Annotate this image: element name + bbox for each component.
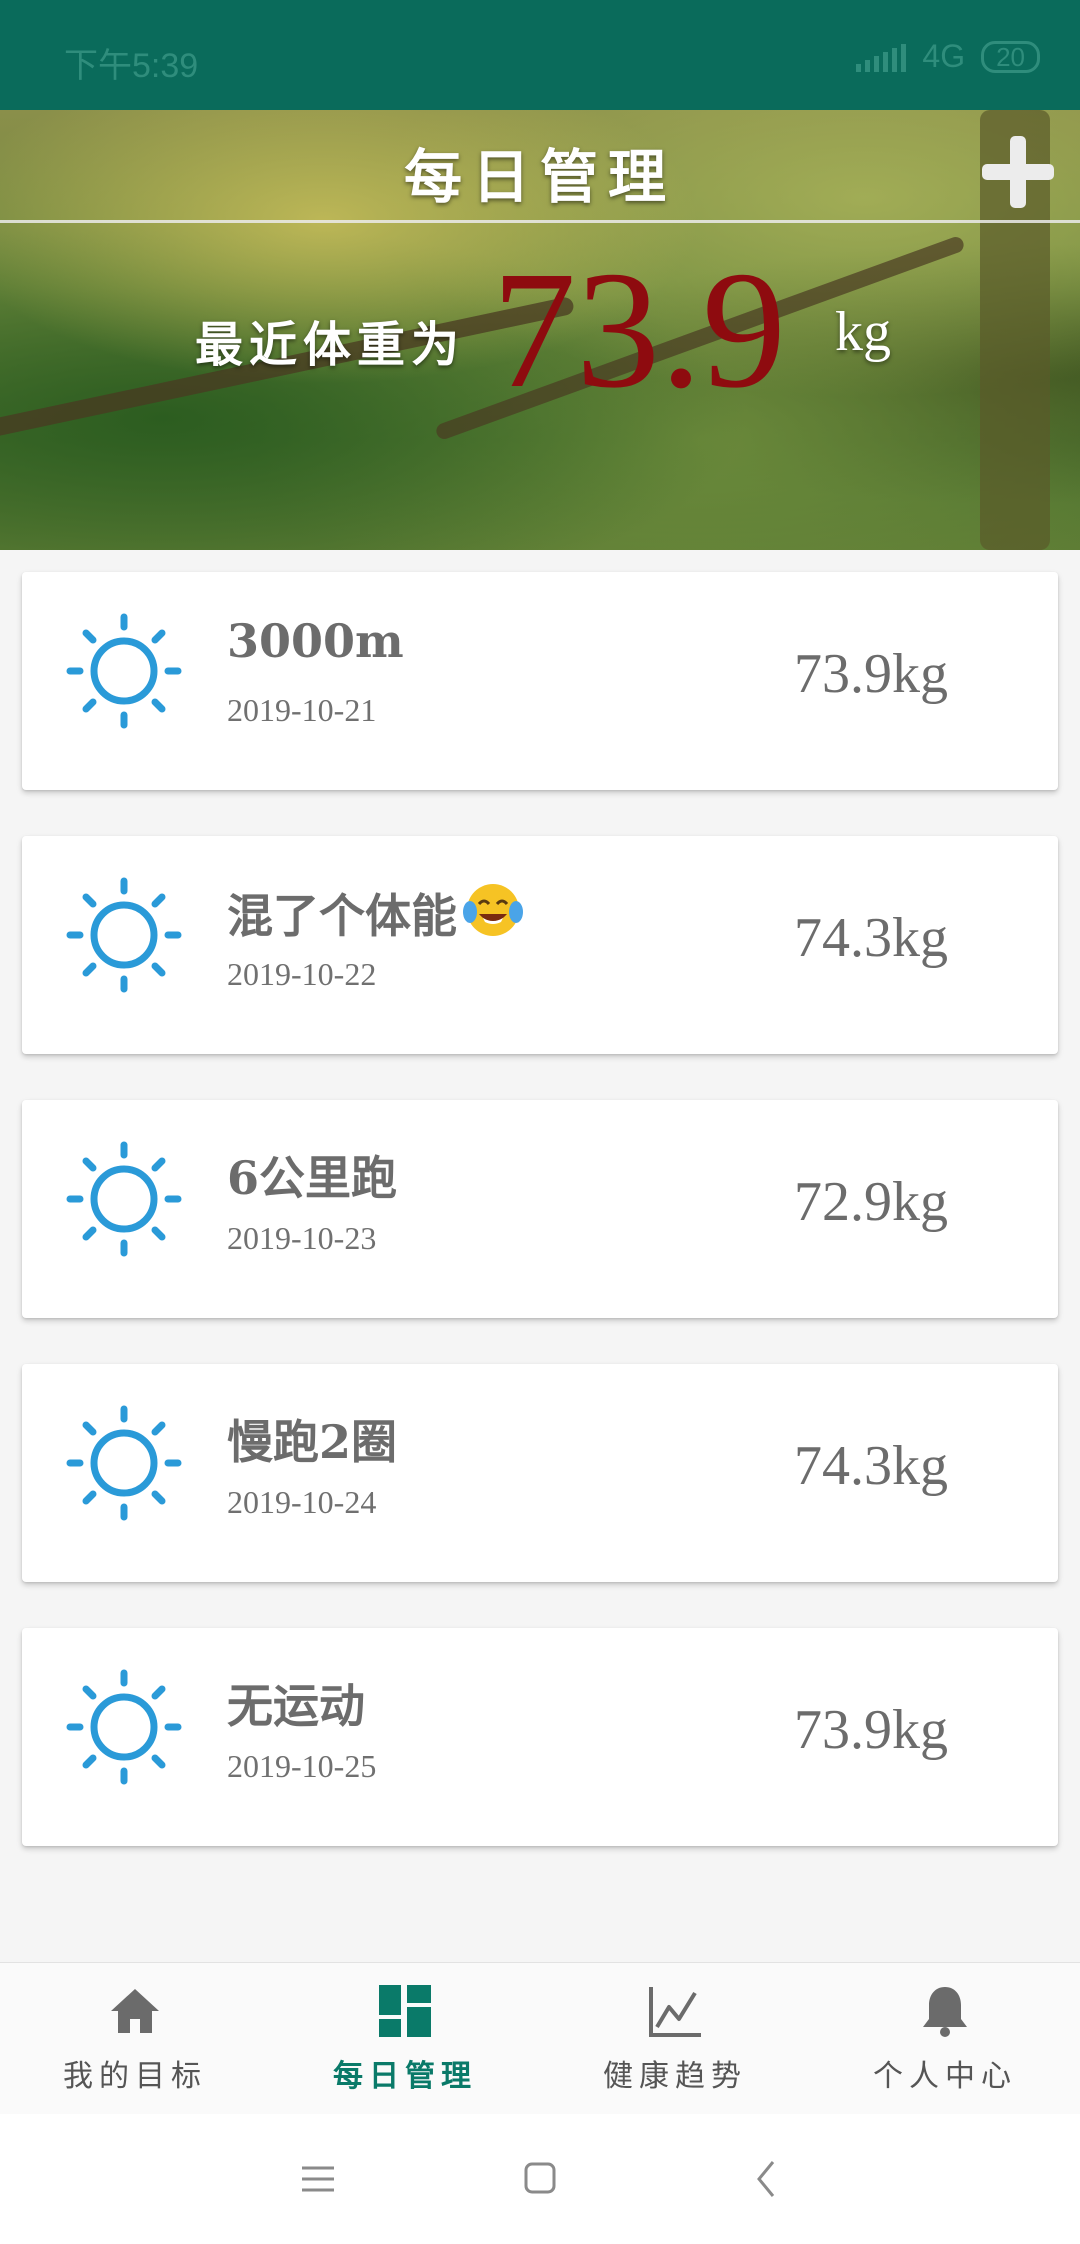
record-weight: 74.3kg — [794, 1435, 948, 1497]
nav-label: 健康趋势 — [603, 2059, 747, 2094]
nav-label: 我的目标 — [63, 2059, 207, 2094]
record-title-text: 混了个体能 — [227, 889, 457, 943]
record-weight: 74.3kg — [794, 907, 948, 969]
nav-item-daily-management[interactable]: 每日管理 — [270, 1963, 540, 2115]
nav-label: 个人中心 — [873, 2059, 1017, 2094]
add-record-button[interactable] — [978, 132, 1058, 212]
home-square-icon[interactable] — [510, 2154, 570, 2204]
trend-chart-icon — [649, 1987, 701, 2037]
record-card[interactable]: 慢跑2圈 2019-10-24 74.3kg — [22, 1364, 1058, 1582]
sun-icon — [66, 1669, 182, 1785]
bottom-nav: 我的目标 每日管理 健康趋势 个人中心 — [0, 1962, 1080, 2114]
battery-icon: 20 — [981, 40, 1040, 73]
system-nav-bar — [0, 2114, 1080, 2244]
daily-management-screen: 下午5:39 4G 20 每日管理 最近体重为 73.9 kg 3000m 20… — [0, 0, 1080, 2244]
header-divider — [0, 220, 1080, 223]
status-indicators: 4G 20 — [856, 38, 1040, 75]
record-weight: 72.9kg — [794, 1171, 948, 1233]
nav-item-my-goals[interactable]: 我的目标 — [0, 1963, 270, 2115]
record-title: 3000m — [227, 614, 404, 668]
record-card[interactable]: 混了个体能 2019-10-22 74.3kg — [22, 836, 1058, 1054]
menu-icon[interactable] — [288, 2154, 348, 2204]
page-title: 每日管理 — [403, 143, 676, 211]
latest-weight-unit: kg — [835, 301, 891, 363]
record-title: 混了个体能 — [227, 878, 525, 946]
record-title: 6公里跑 — [227, 1151, 398, 1205]
record-title: 慢跑2圈 — [227, 1415, 398, 1469]
battery-level: 20 — [996, 41, 1025, 72]
back-icon[interactable] — [737, 2154, 797, 2204]
nav-item-profile[interactable]: 个人中心 — [810, 1963, 1080, 2115]
signal-icon — [856, 42, 907, 72]
record-weight: 73.9kg — [794, 643, 948, 705]
sun-icon — [66, 1141, 182, 1257]
record-weight: 73.9kg — [794, 1699, 948, 1761]
status-time: 下午5:39 — [64, 47, 199, 85]
sun-icon — [66, 613, 182, 729]
record-date: 2019-10-21 — [227, 692, 377, 728]
status-bar: 下午5:39 4G 20 — [0, 0, 1080, 110]
bell-icon — [923, 1987, 967, 2037]
record-date: 2019-10-23 — [227, 1220, 377, 1256]
nav-label: 每日管理 — [333, 2059, 477, 2094]
record-date: 2019-10-25 — [227, 1748, 377, 1784]
header-banner: 每日管理 最近体重为 73.9 kg — [0, 110, 1080, 550]
record-card[interactable]: 3000m 2019-10-21 73.9kg — [22, 572, 1058, 790]
dashboard-icon — [379, 1985, 431, 2037]
sun-icon — [66, 877, 182, 993]
record-date: 2019-10-22 — [227, 956, 377, 992]
record-card[interactable]: 无运动 2019-10-25 73.9kg — [22, 1628, 1058, 1846]
network-type: 4G — [922, 38, 966, 74]
record-card[interactable]: 6公里跑 2019-10-23 72.9kg — [22, 1100, 1058, 1318]
sun-icon — [66, 1405, 182, 1521]
latest-weight-label: 最近体重为 — [195, 317, 466, 373]
tears-of-joy-emoji-icon — [463, 884, 523, 936]
nav-item-health-trend[interactable]: 健康趋势 — [540, 1963, 810, 2115]
latest-weight-value: 73.9 — [492, 237, 786, 423]
record-date: 2019-10-24 — [227, 1484, 377, 1520]
record-title: 无运动 — [227, 1679, 365, 1733]
home-icon — [111, 1989, 159, 2033]
